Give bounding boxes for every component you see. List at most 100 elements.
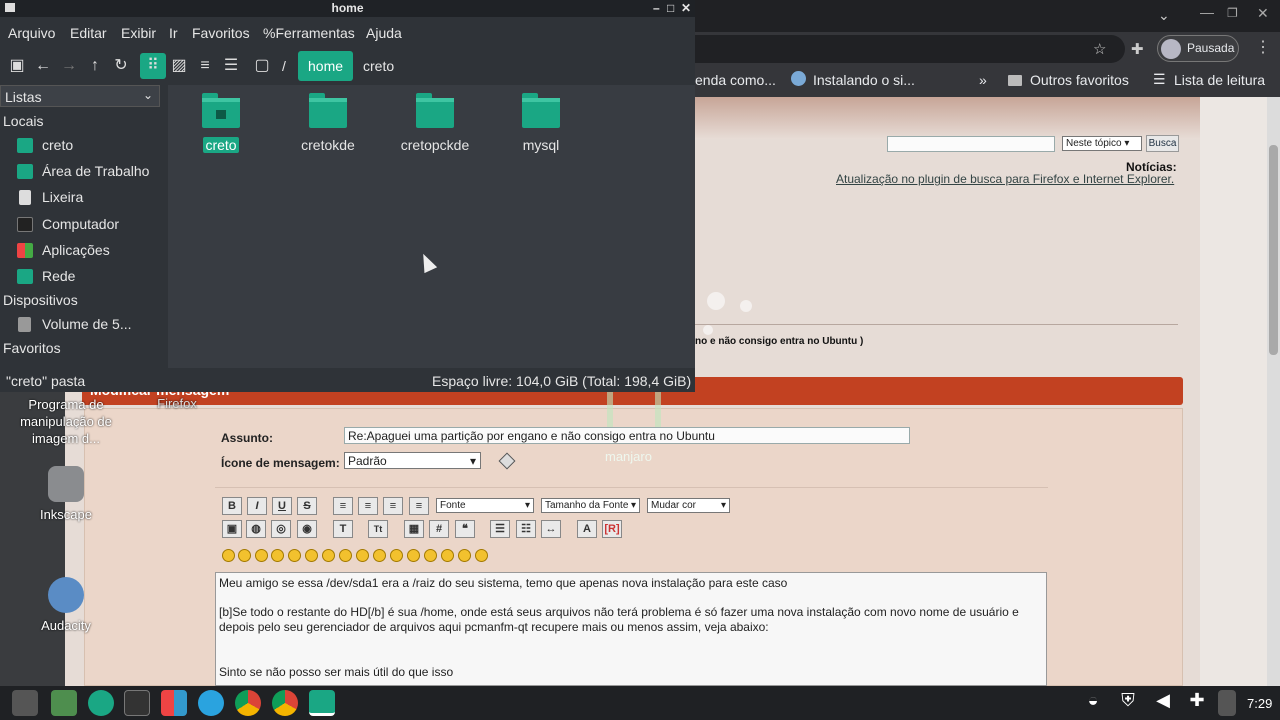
reload-icon[interactable]: ↻ [110, 57, 132, 77]
menu-item[interactable]: Ajuda [366, 25, 402, 41]
bookmark-folder[interactable]: Outros favoritos [1030, 72, 1129, 88]
bold-button[interactable]: B [222, 497, 242, 515]
smiley-icon[interactable] [407, 549, 420, 562]
switch-mode-button[interactable]: [R] [602, 520, 622, 538]
search-button[interactable]: Busca [1146, 135, 1179, 152]
smiley-icon[interactable] [222, 549, 235, 562]
menu-item[interactable]: Ir [169, 25, 178, 41]
sidebar-item-desktop[interactable]: Área de Trabalho [0, 159, 166, 183]
breadcrumb-root[interactable]: / [272, 51, 296, 81]
shield-icon[interactable]: ⛨ [1115, 690, 1141, 716]
code-button[interactable]: # [429, 520, 449, 538]
folder-item[interactable]: cretopckde [390, 90, 480, 160]
star-icon[interactable]: ☆ [1093, 40, 1106, 58]
hr-button[interactable]: ↔ [541, 520, 561, 538]
breadcrumb-creto[interactable]: creto [353, 51, 404, 81]
sidebar-item-network[interactable]: Rede [0, 264, 166, 288]
sidebar-item-trash[interactable]: Lixeira [0, 185, 166, 209]
add-icon[interactable]: ✚ [1184, 690, 1210, 716]
clipboard-icon[interactable] [1218, 690, 1236, 716]
maximize-icon[interactable]: □ [667, 0, 674, 16]
menu-item[interactable]: Exibir [121, 25, 156, 41]
smiley-icon[interactable] [339, 549, 352, 562]
breadcrumb-home[interactable]: home [298, 51, 354, 81]
terminal-icon[interactable] [124, 690, 150, 716]
smiley-icon[interactable] [255, 549, 268, 562]
teletype-button[interactable]: T [333, 520, 353, 538]
minimize-icon[interactable]: — [1200, 4, 1214, 20]
telegram-icon[interactable] [198, 690, 224, 716]
email-button[interactable]: ◉ [297, 520, 317, 538]
manjaro-settings-icon[interactable] [88, 690, 114, 716]
sidebar-item-creto[interactable]: creto [0, 133, 166, 157]
icon-view-icon[interactable]: ⠿ [140, 53, 166, 79]
side-pane-select[interactable]: Listas ⌄ [0, 85, 160, 107]
volume-icon[interactable]: ◀ [1150, 690, 1176, 716]
italic-button[interactable]: I [247, 497, 267, 515]
software-icon[interactable] [161, 690, 187, 716]
smiley-icon[interactable] [271, 549, 284, 562]
globe-button[interactable]: ◍ [246, 520, 266, 538]
align-left-button[interactable]: ≡ [333, 497, 353, 515]
smiley-icon[interactable] [458, 549, 471, 562]
desktop-icon-gimp[interactable]: Programa de manipulação de imagem d... [10, 396, 122, 447]
underline-button[interactable]: U [272, 497, 292, 515]
folder-item[interactable]: mysql [496, 90, 586, 160]
ftp-button[interactable]: ◎ [271, 520, 291, 538]
smiley-icon[interactable] [322, 549, 335, 562]
search-scope-select[interactable]: Neste tópico ▾ [1062, 136, 1142, 151]
more-bookmarks[interactable]: » [979, 72, 987, 88]
scrollbar-thumb[interactable] [1269, 145, 1278, 355]
menu-item[interactable]: %Ferramentas [263, 25, 355, 41]
desktop-icon-firefox[interactable]: Firefox [150, 396, 204, 411]
menu-item[interactable]: Editar [70, 25, 107, 41]
new-tab-icon[interactable]: ▣ [6, 57, 28, 77]
menu-item[interactable]: Arquivo [8, 25, 55, 41]
close-icon[interactable]: ✕ [1257, 5, 1269, 22]
wifi-icon[interactable]: ◒ [1080, 690, 1106, 716]
up-icon[interactable]: ↑ [84, 57, 106, 77]
quote-button[interactable]: ❝ [455, 520, 475, 538]
restore-icon[interactable]: ❐ [1227, 6, 1238, 20]
image-button[interactable]: ▣ [222, 520, 242, 538]
font-select[interactable]: Fonte ▾ [436, 498, 534, 513]
message-icon-select[interactable]: Padrão ▾ [344, 452, 481, 469]
strike-button[interactable]: S [297, 497, 317, 515]
sidebar-item-computer[interactable]: Computador [0, 212, 166, 236]
font-size-select[interactable]: Tamanho da Fonte ▾ [541, 498, 640, 513]
bookmark-item[interactable]: Instalando o si... [813, 72, 915, 88]
smiley-icon[interactable] [288, 549, 301, 562]
profile-button[interactable]: Pausada [1157, 35, 1239, 62]
detail-view-icon[interactable]: ☰ [220, 57, 242, 77]
puzzle-icon[interactable]: ✚ [1131, 40, 1144, 58]
files-icon[interactable] [51, 690, 77, 716]
subject-input[interactable]: Re:Apaguei uma partição por engano e não… [344, 427, 910, 444]
smiley-icon[interactable] [424, 549, 437, 562]
folder-item[interactable]: creto [176, 90, 266, 160]
menu-item[interactable]: Favoritos [192, 25, 250, 41]
message-textarea[interactable]: Meu amigo se essa /dev/sda1 era a /raiz … [215, 572, 1047, 686]
window-titlebar[interactable]: home – □ ✕ [0, 0, 695, 17]
folder-item[interactable]: cretokde [283, 90, 373, 160]
path-edit-icon[interactable]: ▢ [251, 57, 273, 77]
chevron-down-icon[interactable]: ⌄ [1158, 7, 1170, 24]
address-bar[interactable] [695, 35, 1125, 63]
close-icon[interactable]: ✕ [681, 0, 691, 16]
compact-view-icon[interactable]: ≡ [194, 57, 216, 77]
thumbnail-view-icon[interactable]: ▨ [168, 57, 190, 77]
list-button[interactable]: ☰ [490, 520, 510, 538]
chrome-icon[interactable] [235, 690, 261, 716]
sidebar-item-volume[interactable]: Volume de 5... [0, 312, 166, 336]
back-icon[interactable]: ← [32, 57, 54, 77]
chrome-icon[interactable] [272, 690, 298, 716]
table-button[interactable]: ▦ [404, 520, 424, 538]
align-right-button[interactable]: ≡ [383, 497, 403, 515]
news-link[interactable]: Atualização no plugin de busca para Fire… [836, 172, 1174, 186]
ordered-list-button[interactable]: ☷ [516, 520, 536, 538]
align-center-button[interactable]: ≡ [358, 497, 378, 515]
justify-button[interactable]: ≡ [409, 497, 429, 515]
reading-list[interactable]: Lista de leitura [1174, 72, 1265, 88]
forward-icon[interactable]: → [58, 57, 80, 77]
bookmark-item[interactable]: enda como... [695, 72, 776, 88]
file-manager-icon[interactable] [309, 690, 335, 716]
